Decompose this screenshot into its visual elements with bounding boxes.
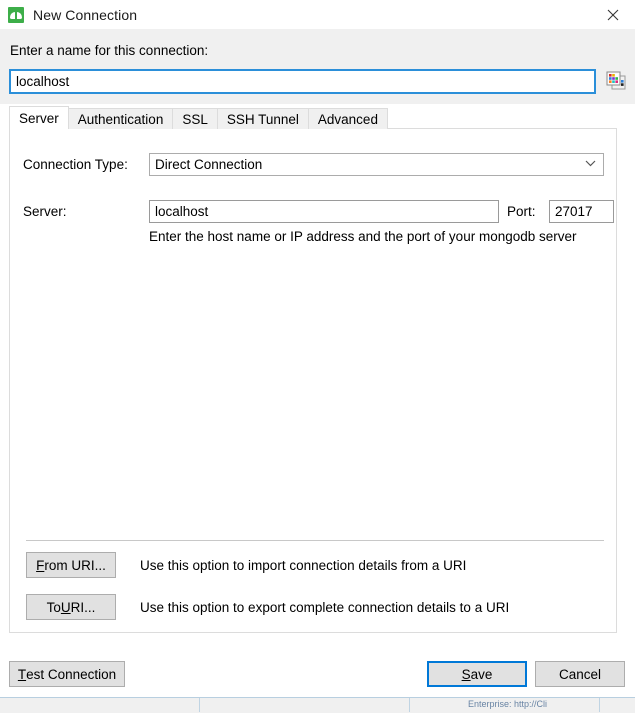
save-mnemonic: S xyxy=(461,666,471,682)
to-uri-button[interactable]: To U RI... xyxy=(26,594,116,620)
from-uri-description: Use this option to import connection det… xyxy=(140,558,467,573)
tab-ssh-tunnel[interactable]: SSH Tunnel xyxy=(216,108,309,129)
server-label: Server: xyxy=(23,204,67,219)
from-uri-button[interactable]: From URI... xyxy=(26,552,116,578)
port-label: Port: xyxy=(507,204,536,219)
cancel-label: Cancel xyxy=(558,666,602,682)
save-suffix: ave xyxy=(470,666,493,682)
from-uri-mnemonic: F xyxy=(36,557,45,573)
from-uri-suffix: rom URI... xyxy=(44,557,106,573)
test-connection-suffix: est Connection xyxy=(26,666,117,682)
to-uri-description: Use this option to export complete conne… xyxy=(140,600,510,615)
tab-label: SSH Tunnel xyxy=(226,111,299,127)
chevron-down-icon xyxy=(585,160,596,170)
tab-advanced[interactable]: Advanced xyxy=(307,108,388,129)
connection-name-label: Enter a name for this connection: xyxy=(10,43,209,58)
tab-strip: Server Authentication SSL SSH Tunnel Adv… xyxy=(9,106,388,129)
port-input[interactable] xyxy=(549,200,614,223)
tab-label: Authentication xyxy=(77,111,164,127)
color-palette-icon[interactable] xyxy=(606,71,626,91)
save-button[interactable]: Save xyxy=(427,661,527,687)
connection-type-select[interactable]: Direct Connection xyxy=(149,153,604,176)
connection-type-value: Direct Connection xyxy=(155,157,263,172)
close-icon[interactable] xyxy=(590,0,635,29)
test-connection-button[interactable]: Test Connection xyxy=(9,661,125,687)
connection-type-label: Connection Type: xyxy=(23,157,128,172)
to-uri-mnemonic: U xyxy=(60,599,71,615)
to-uri-prefix: To xyxy=(46,599,61,615)
title-bar: New Connection xyxy=(0,0,635,29)
server-input[interactable] xyxy=(149,200,499,223)
tab-label: Server xyxy=(19,110,59,126)
tab-label: SSL xyxy=(182,111,208,127)
test-connection-mnemonic: T xyxy=(17,666,27,682)
tab-label: Advanced xyxy=(317,111,378,127)
to-uri-suffix: RI... xyxy=(70,599,96,615)
server-hint-text: Enter the host name or IP address and th… xyxy=(149,229,577,244)
connection-name-input[interactable] xyxy=(9,69,596,94)
tab-authentication[interactable]: Authentication xyxy=(67,108,174,129)
mongodb-leaf-icon xyxy=(8,6,24,23)
tab-ssl[interactable]: SSL xyxy=(172,108,218,129)
background-status-cell xyxy=(200,698,410,712)
window-title: New Connection xyxy=(33,6,138,23)
tab-server[interactable]: Server xyxy=(9,106,69,129)
background-status-text: Enterprise: http://Cli xyxy=(468,699,548,709)
server-tab-panel: Connection Type: Direct Connection Serve… xyxy=(9,128,617,633)
background-status-cell xyxy=(0,698,200,712)
cancel-button[interactable]: Cancel xyxy=(535,661,625,687)
uri-section-divider xyxy=(26,540,604,541)
